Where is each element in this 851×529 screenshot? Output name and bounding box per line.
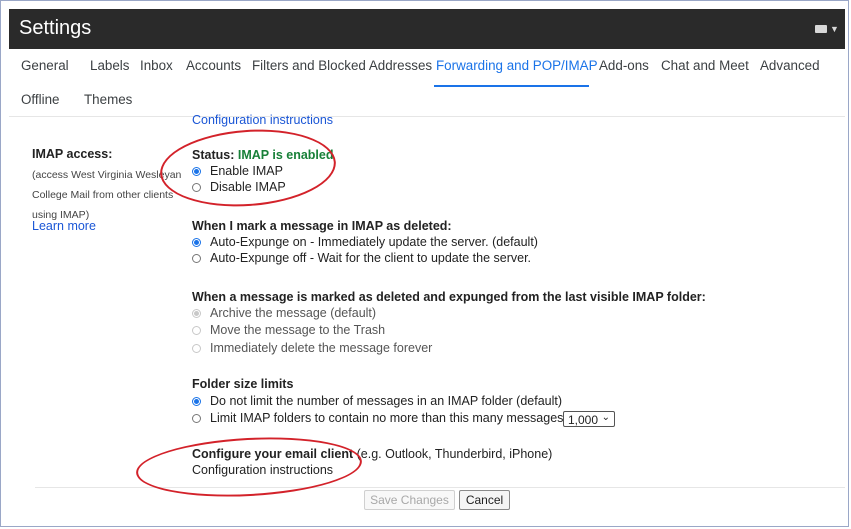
imap-access-label: IMAP access: xyxy=(32,147,113,161)
tab-offline[interactable]: Offline xyxy=(21,92,59,107)
imap-status: Status: IMAP is enabled xyxy=(192,148,333,162)
config-instructions-link[interactable]: Configuration instructions xyxy=(192,463,333,477)
archive-label: Archive the message (default) xyxy=(210,306,377,320)
no-limit-label: Do not limit the number of messages in a… xyxy=(210,394,563,408)
tab-forwarding-pop-imap[interactable]: Forwarding and POP/IMAP xyxy=(436,58,598,73)
chevron-down-icon: ▼ xyxy=(830,24,839,34)
enable-imap-radio[interactable] xyxy=(192,167,201,176)
limit-label: Limit IMAP folders to contain no more th… xyxy=(210,411,564,425)
account-switcher-icon[interactable]: ▼ xyxy=(815,24,839,34)
delete-forever-label: Immediately delete the message forever xyxy=(210,341,433,355)
footer-divider xyxy=(35,487,845,488)
folder-limit-select[interactable]: 1,000 ⌄ xyxy=(563,411,615,427)
cancel-button[interactable]: Cancel xyxy=(459,490,510,510)
disable-imap-radio[interactable] xyxy=(192,183,201,192)
tab-add-ons[interactable]: Add-ons xyxy=(599,58,649,73)
tab-themes[interactable]: Themes xyxy=(84,92,132,107)
imap-desc-line1: (access West Virginia Wesleyan xyxy=(32,169,182,181)
trash-label: Move the message to the Trash xyxy=(210,323,386,337)
no-limit-radio[interactable] xyxy=(192,397,201,406)
tab-inbox[interactable]: Inbox xyxy=(140,58,173,73)
imap-access-description: (access West Virginia Wesleyan College M… xyxy=(32,165,192,225)
config-instructions-link-top[interactable]: Configuration instructions xyxy=(192,113,333,127)
configure-client: Configure your email client (e.g. Outloo… xyxy=(192,447,552,461)
tab-filters[interactable]: Filters and Blocked Addresses xyxy=(252,58,432,73)
folder-size-heading: Folder size limits xyxy=(192,377,294,391)
status-value: IMAP is enabled xyxy=(237,148,334,162)
learn-more-link[interactable]: Learn more xyxy=(32,219,96,233)
delete-forever-radio xyxy=(192,344,201,353)
tab-accounts[interactable]: Accounts xyxy=(186,58,241,73)
imap-desc-line2: College Mail from other clients xyxy=(32,189,174,201)
expunged-heading: When a message is marked as deleted and … xyxy=(192,290,706,304)
chevron-down-icon: ⌄ xyxy=(601,412,610,423)
tab-labels[interactable]: Labels xyxy=(90,58,129,73)
tab-advanced[interactable]: Advanced xyxy=(760,58,820,73)
auto-expunge-off-radio[interactable] xyxy=(192,254,201,263)
configure-heading: Configure your email client xyxy=(192,447,354,461)
limit-radio[interactable] xyxy=(192,414,201,423)
trash-radio xyxy=(192,326,201,335)
status-label: Status: xyxy=(192,148,238,162)
tabs-divider xyxy=(9,116,845,117)
folder-limit-value: 1,000 xyxy=(568,413,599,427)
enable-imap-label: Enable IMAP xyxy=(210,164,283,178)
configure-note: (e.g. Outlook, Thunderbird, iPhone) xyxy=(353,447,553,461)
deleted-heading: When I mark a message in IMAP as deleted… xyxy=(192,219,452,233)
auto-expunge-on-radio[interactable] xyxy=(192,238,201,247)
disable-imap-label: Disable IMAP xyxy=(210,180,286,194)
page-title: Settings xyxy=(19,17,92,39)
auto-expunge-off-label: Auto-Expunge off - Wait for the client t… xyxy=(210,251,532,265)
tab-chat-and-meet[interactable]: Chat and Meet xyxy=(661,58,749,73)
tab-general[interactable]: General xyxy=(21,58,69,73)
save-changes-button[interactable]: Save Changes xyxy=(364,490,455,510)
settings-header: Settings ▼ xyxy=(9,9,845,49)
auto-expunge-on-label: Auto-Expunge on - Immediately update the… xyxy=(210,235,538,249)
active-tab-indicator xyxy=(434,85,589,87)
archive-radio xyxy=(192,309,201,318)
keyboard-icon xyxy=(815,25,827,33)
